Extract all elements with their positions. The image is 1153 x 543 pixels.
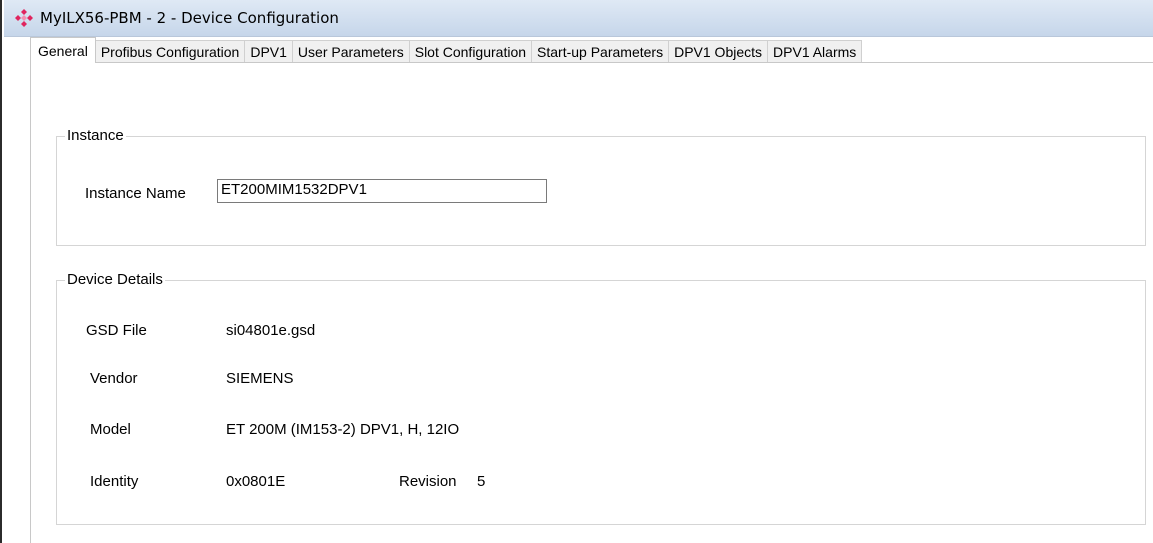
identity-label: Identity (90, 473, 139, 490)
instance-group: Instance Instance Name ET200MIM1532DPV1 (56, 127, 1146, 246)
tab-strip: General Profibus Configuration DPV1 User… (30, 36, 1153, 63)
identity-value: 0x0801E (226, 473, 286, 490)
device-configuration-window: MyILX56-PBM - 2 - Device Configuration G… (0, 0, 1153, 543)
revision-label: Revision (399, 473, 457, 490)
tab-slot-configuration[interactable]: Slot Configuration (408, 40, 533, 62)
network-diamond-icon (14, 8, 34, 28)
vendor-label: Vendor (90, 370, 138, 387)
tab-start-up-parameters[interactable]: Start-up Parameters (531, 40, 670, 62)
instance-name-label: Instance Name (85, 185, 186, 202)
general-tab-panel: Instance Instance Name ET200MIM1532DPV1 … (30, 63, 1153, 543)
window-title: MyILX56-PBM - 2 - Device Configuration (40, 9, 339, 27)
vendor-value: SIEMENS (226, 370, 294, 387)
title-bar[interactable]: MyILX56-PBM - 2 - Device Configuration (4, 0, 1153, 37)
revision-value: 5 (477, 473, 486, 490)
instance-name-input[interactable]: ET200MIM1532DPV1 (217, 179, 547, 203)
gsd-file-label: GSD File (86, 322, 147, 339)
tab-user-parameters[interactable]: User Parameters (291, 40, 410, 62)
model-label: Model (90, 421, 131, 438)
instance-group-legend: Instance (65, 127, 126, 145)
tab-general[interactable]: General (30, 37, 96, 63)
device-details-group: Device Details GSD File si04801e.gsd Ven… (56, 271, 1146, 525)
tab-dpv1[interactable]: DPV1 (244, 40, 293, 62)
tab-dpv1-alarms[interactable]: DPV1 Alarms (767, 40, 863, 62)
gsd-file-value: si04801e.gsd (226, 322, 316, 339)
device-details-group-legend: Device Details (65, 271, 165, 289)
model-value: ET 200M (IM153-2) DPV1, H, 12IO (226, 421, 460, 438)
tab-dpv1-objects[interactable]: DPV1 Objects (668, 40, 769, 62)
tab-profibus-configuration[interactable]: Profibus Configuration (94, 40, 246, 62)
